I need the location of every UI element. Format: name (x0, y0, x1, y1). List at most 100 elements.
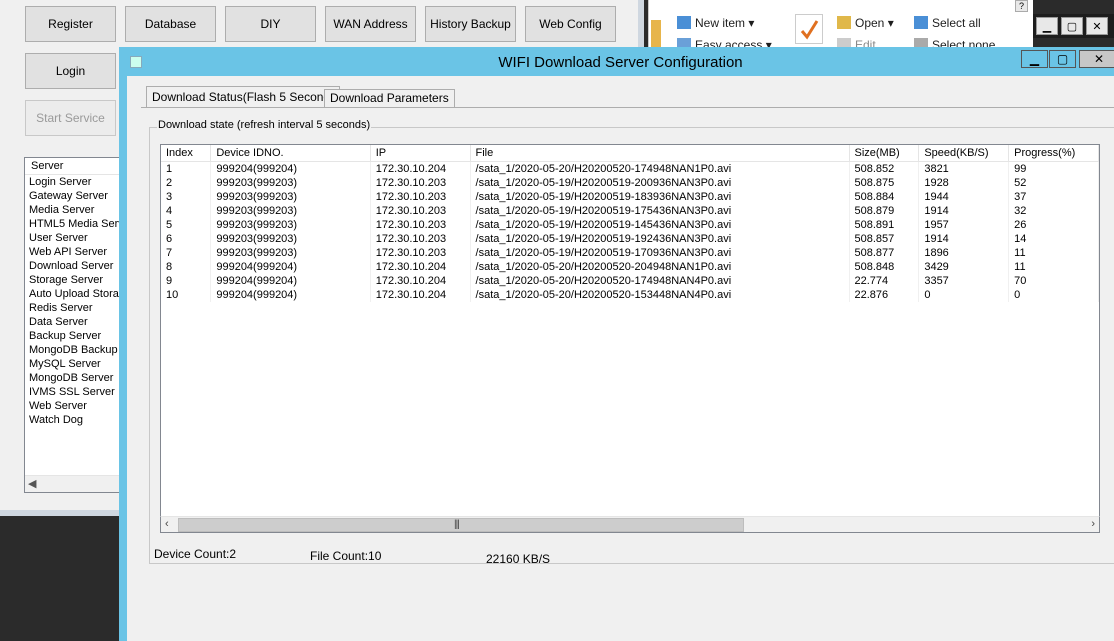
list-item[interactable]: Backup Server (25, 329, 123, 343)
maximize-icon[interactable]: ▢ (1061, 17, 1083, 35)
list-item[interactable]: Data Server (25, 315, 123, 329)
horizontal-scrollbar[interactable]: ‹ ||| › (160, 516, 1100, 533)
device-count: Device Count:2 (154, 547, 237, 561)
list-item[interactable]: Login Server (25, 175, 123, 189)
cell: 508.875 (849, 175, 920, 190)
column-header-progress[interactable]: Progress(%) (1008, 145, 1099, 162)
list-item[interactable]: Media Server (25, 203, 123, 217)
list-item[interactable]: Auto Upload Storage (25, 287, 123, 301)
web-config-button[interactable]: Web Config (525, 6, 616, 42)
register-button[interactable]: Register (25, 6, 116, 42)
cell: 6 (161, 231, 212, 246)
scrollbar-thumb[interactable]: ||| (178, 518, 744, 532)
table-row[interactable]: 9 999204(999204) 172.30.10.204/sata_1/2020… (161, 273, 1099, 288)
cell: 14 (1008, 231, 1099, 246)
cell: 3 (161, 189, 212, 204)
cell: 10 (161, 287, 212, 302)
total-speed: 22160 KB/S (486, 552, 551, 566)
new-item-icon (677, 16, 691, 29)
column-header-device-idno[interactable]: Device IDNO. (210, 145, 371, 162)
server-list[interactable]: Server Login Server Gateway Server Media… (24, 157, 124, 493)
list-item[interactable]: Storage Server (25, 273, 123, 287)
table-row[interactable]: 3 999203(999203) 172.30.10.203/sata_1/2020… (161, 189, 1099, 204)
cell: 1944 (918, 189, 1010, 204)
list-item[interactable]: MongoDB Server (25, 371, 123, 385)
column-header-speed[interactable]: Speed(KB/S) (918, 145, 1010, 162)
scroll-right-icon[interactable]: › (1091, 518, 1095, 530)
server-list-scrollbar[interactable]: ◀ (25, 475, 123, 492)
title-bar[interactable]: WIFI Download Server Configuration ▁ ▢ ✕ (119, 47, 1114, 76)
table-row[interactable]: 8 999204(999204) 172.30.10.204/sata_1/2020… (161, 259, 1099, 274)
login-button[interactable]: Login (25, 53, 116, 89)
open-icon (837, 16, 851, 29)
cell: 172.30.10.204 (370, 287, 471, 302)
list-item[interactable]: Web API Server (25, 245, 123, 259)
maximize-button[interactable]: ▢ (1049, 50, 1076, 68)
list-item[interactable]: Download Server (25, 259, 123, 273)
table-row[interactable]: 10 999204(999204) 172.30.10.204/sata_1/202… (161, 287, 1099, 302)
new-item-menu[interactable]: New item ▾ (677, 16, 754, 30)
table-row[interactable]: 1 999204(999204) 172.30.10.204/sata_1/2020… (161, 161, 1099, 176)
cell: /sata_1/2020-05-19/H20200519-192436NAN3P… (470, 231, 850, 246)
list-item[interactable]: Gateway Server (25, 189, 123, 203)
column-header-index[interactable]: Index (161, 145, 212, 162)
tab-download-status[interactable]: Download Status(Flash 5 Second) (146, 86, 341, 107)
cell: 999203(999203) (210, 189, 371, 204)
select-all-button[interactable]: Select all (914, 16, 981, 30)
wan-address-button[interactable]: WAN Address (325, 6, 416, 42)
tab-download-parameters[interactable]: Download Parameters (324, 89, 455, 107)
list-item[interactable]: MySQL Server (25, 357, 123, 371)
table-row[interactable]: 5 999203(999203) 172.30.10.203/sata_1/2020… (161, 217, 1099, 232)
cell: 999203(999203) (210, 231, 371, 246)
cell: 172.30.10.203 (370, 231, 471, 246)
cell: 999204(999204) (210, 287, 371, 302)
server-list-header[interactable]: Server (25, 158, 123, 175)
scroll-left-icon[interactable]: ◀ (28, 477, 36, 490)
minimize-icon[interactable]: ▁ (1036, 17, 1058, 35)
list-item[interactable]: Watch Dog (25, 413, 123, 427)
cell: 3821 (918, 161, 1010, 176)
column-header-ip[interactable]: IP (370, 145, 471, 162)
close-icon[interactable]: ✕ (1086, 17, 1108, 35)
download-table: Index Device IDNO. IP File Size(MB) Spee… (161, 145, 1099, 302)
table-row[interactable]: 6 999203(999203) 172.30.10.203/sata_1/2020… (161, 231, 1099, 246)
cell: 1914 (918, 231, 1010, 246)
cell: /sata_1/2020-05-20/H20200520-153448NAN4P… (470, 287, 850, 302)
close-button[interactable]: ✕ (1079, 50, 1114, 68)
open-menu[interactable]: Open ▾ (837, 16, 894, 30)
cell: 22.774 (849, 273, 920, 288)
cell: /sata_1/2020-05-20/H20200520-204948NAN1P… (470, 259, 850, 274)
cell: 508.879 (849, 203, 920, 218)
cell: 172.30.10.203 (370, 245, 471, 260)
column-header-file[interactable]: File (470, 145, 850, 162)
cell: 999203(999203) (210, 175, 371, 190)
diy-button[interactable]: DIY (225, 6, 316, 42)
cell: 4 (161, 203, 212, 218)
properties-icon[interactable] (795, 14, 823, 44)
help-icon[interactable]: ? (1015, 0, 1028, 12)
list-item[interactable]: Web Server (25, 399, 123, 413)
database-button[interactable]: Database (125, 6, 216, 42)
cell: /sata_1/2020-05-19/H20200519-170936NAN3P… (470, 245, 850, 260)
table-row[interactable]: 2 999203(999203) 172.30.10.203/sata_1/2020… (161, 175, 1099, 190)
list-item[interactable]: User Server (25, 231, 123, 245)
table-row[interactable]: 7 999203(999203) 172.30.10.203/sata_1/2020… (161, 245, 1099, 260)
list-item[interactable]: MongoDB Backup Server (25, 343, 123, 357)
history-backup-button[interactable]: History Backup (425, 6, 516, 42)
start-service-button[interactable]: Start Service (25, 100, 116, 136)
scroll-left-icon[interactable]: ‹ (165, 518, 169, 530)
list-item[interactable]: IVMS SSL Server (25, 385, 123, 399)
cell: 999204(999204) (210, 273, 371, 288)
cell: 999203(999203) (210, 245, 371, 260)
cell: 172.30.10.203 (370, 203, 471, 218)
cell: 1 (161, 161, 212, 176)
list-item[interactable]: HTML5 Media Server (25, 217, 123, 231)
column-header-size[interactable]: Size(MB) (849, 145, 920, 162)
table-row[interactable]: 4 999203(999203) 172.30.10.203/sata_1/2020… (161, 203, 1099, 218)
list-item[interactable]: Redis Server (25, 301, 123, 315)
download-list[interactable]: Index Device IDNO. IP File Size(MB) Spee… (160, 144, 1100, 533)
cell: 1928 (918, 175, 1010, 190)
minimize-button[interactable]: ▁ (1021, 50, 1048, 68)
cell: 172.30.10.203 (370, 189, 471, 204)
cell: 0 (1008, 287, 1099, 302)
